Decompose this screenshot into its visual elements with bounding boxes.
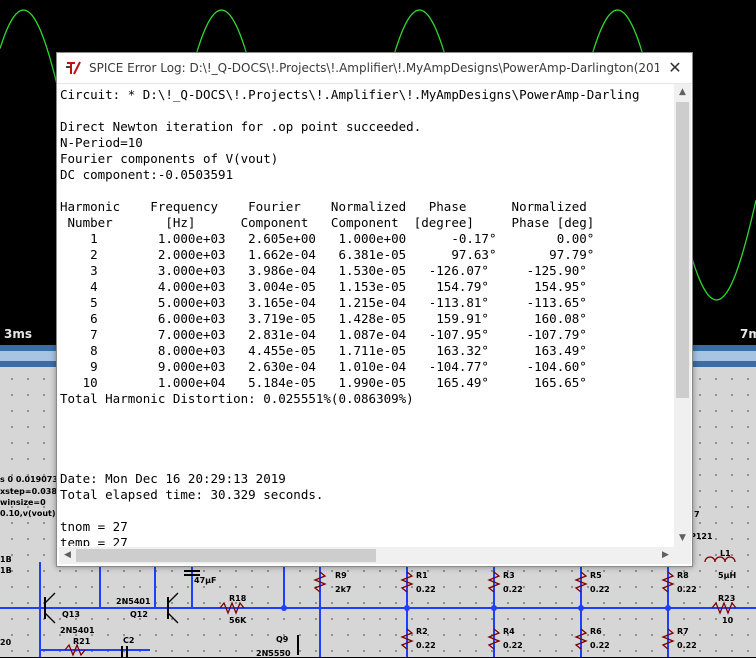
horizontal-scroll-thumb[interactable] bbox=[76, 549, 376, 562]
log-line: Total Harmonic Distortion: 0.025551%(0.0… bbox=[60, 391, 414, 406]
log-line: 6 6.000e+03 3.719e-05 1.428e-05 159.91° … bbox=[90, 311, 587, 326]
value-r6: 0.22 bbox=[590, 641, 610, 650]
log-line: 4 4.000e+03 3.004e-05 1.153e-05 154.79° … bbox=[90, 279, 587, 294]
window-title: SPICE Error Log: D:\!_Q-DOCS\!.Projects\… bbox=[89, 61, 659, 75]
scroll-left-icon[interactable]: ◀ bbox=[59, 547, 76, 564]
label-c2: C2 bbox=[123, 636, 135, 645]
log-text-area[interactable]: Circuit: * D:\!_Q-DOCS\!.Projects\!.Ampl… bbox=[59, 86, 675, 546]
window-titlebar[interactable]: SPICE Error Log: D:\!_Q-DOCS\!.Projects\… bbox=[57, 53, 692, 84]
label-r18: R18 bbox=[229, 594, 247, 603]
label-q9: Q9 bbox=[276, 635, 289, 644]
log-line: Harmonic Frequency Fourier Normalized Ph… bbox=[60, 199, 587, 214]
log-line: 3 3.000e+03 3.986e-04 1.530e-05 -126.07°… bbox=[90, 263, 587, 278]
value-r3: 0.22 bbox=[503, 585, 523, 594]
label-l1: L1 bbox=[720, 549, 731, 558]
label-left-20: 20 bbox=[0, 638, 12, 647]
directive-line-2: xstep=0.0381 bbox=[0, 487, 63, 496]
scrollbar-corner bbox=[674, 547, 691, 564]
type-q13: 2N5401 bbox=[60, 626, 95, 635]
log-line: Number [Hz] Component Component [degree]… bbox=[67, 215, 595, 230]
log-line: tnom = 27 bbox=[60, 519, 128, 534]
label-q12: Q12 bbox=[130, 610, 148, 619]
value-r8: 0.22 bbox=[677, 585, 697, 594]
directive-line-4: 0.10,v(vout) bbox=[0, 509, 56, 518]
log-line: 9 9.000e+03 2.630e-04 1.010e-04 -104.77°… bbox=[90, 359, 587, 374]
label-left-1b-a: 1B bbox=[0, 555, 12, 564]
spice-error-log-window[interactable]: SPICE Error Log: D:\!_Q-DOCS\!.Projects\… bbox=[56, 52, 693, 567]
label-r8: R8 bbox=[677, 571, 689, 580]
value-r23: 10 bbox=[722, 616, 734, 625]
type-q12: 2N5401 bbox=[116, 597, 151, 606]
scroll-down-icon[interactable]: ▼ bbox=[674, 530, 691, 547]
log-line: Circuit: * D:\!_Q-DOCS\!.Projects\!.Ampl… bbox=[60, 87, 640, 102]
scroll-right-icon[interactable]: ▶ bbox=[657, 547, 674, 564]
directive-line-3: winsize=0 bbox=[0, 498, 46, 507]
vertical-scroll-thumb[interactable] bbox=[676, 102, 689, 398]
label-r1: R1 bbox=[416, 571, 428, 580]
x-axis-tick-right: 7m bbox=[740, 327, 756, 341]
label-r6: R6 bbox=[590, 627, 602, 636]
label-r7: R7 bbox=[677, 627, 689, 636]
log-line: 1 1.000e+03 2.605e+00 1.000e+00 -0.17° 0… bbox=[90, 231, 595, 246]
value-r4: 0.22 bbox=[503, 641, 523, 650]
x-axis-tick-left: 3ms bbox=[4, 327, 32, 341]
log-line: temp = 27 bbox=[60, 535, 128, 546]
close-icon[interactable]: ✕ bbox=[664, 57, 686, 79]
value-r1: 0.22 bbox=[416, 585, 436, 594]
label-r4: R4 bbox=[503, 627, 515, 636]
label-r3: R3 bbox=[503, 571, 515, 580]
value-r9: 2k7 bbox=[335, 585, 352, 594]
log-line: 2 2.000e+03 1.662e-04 6.381e-05 97.63° 9… bbox=[90, 247, 595, 262]
label-r9: R9 bbox=[335, 571, 347, 580]
log-line: Fourier components of V(vout) bbox=[60, 151, 279, 166]
horizontal-scrollbar[interactable]: ◀ ▶ bbox=[59, 547, 674, 564]
value-r18: 56K bbox=[229, 616, 247, 625]
value-l1: 5µH bbox=[718, 571, 737, 580]
log-line: N-Period=10 bbox=[60, 135, 143, 150]
label-r23: R23 bbox=[718, 594, 736, 603]
label-q13: Q13 bbox=[62, 610, 80, 619]
log-line: Direct Newton iteration for .op point su… bbox=[60, 119, 422, 134]
directive-line-1: s 0 0.0190734 bbox=[0, 475, 64, 484]
ltspice-app-icon bbox=[66, 61, 81, 75]
label-r21: R21 bbox=[73, 637, 91, 646]
log-line: Date: Mon Dec 16 20:29:13 2019 bbox=[60, 471, 286, 486]
vertical-scrollbar[interactable]: ▲ ▼ bbox=[674, 84, 691, 547]
label-p121: P121 bbox=[690, 532, 713, 541]
value-r7: 0.22 bbox=[677, 641, 697, 650]
log-line: Total elapsed time: 30.329 seconds. bbox=[60, 487, 324, 502]
value-cap: 47µF bbox=[194, 576, 217, 585]
label-r2: R2 bbox=[416, 627, 428, 636]
value-r5: 0.22 bbox=[590, 585, 610, 594]
label-edge-7: 7 bbox=[694, 510, 700, 519]
log-line: 7 7.000e+03 2.831e-04 1.087e-04 -107.95°… bbox=[90, 327, 587, 342]
log-line: DC component:-0.0503591 bbox=[60, 167, 234, 182]
log-content[interactable]: Circuit: * D:\!_Q-DOCS\!.Projects\!.Ampl… bbox=[60, 87, 639, 546]
log-line: 8 8.000e+03 4.455e-05 1.711e-05 163.32° … bbox=[90, 343, 587, 358]
label-left-1b-b: 1B bbox=[0, 566, 12, 575]
log-line: 10 1.000e+04 5.184e-05 1.990e-05 165.49°… bbox=[82, 375, 587, 390]
scroll-up-icon[interactable]: ▲ bbox=[674, 84, 691, 101]
log-line: 5 5.000e+03 3.165e-04 1.215e-04 -113.81°… bbox=[90, 295, 587, 310]
value-r2: 0.22 bbox=[416, 641, 436, 650]
label-r5: R5 bbox=[590, 571, 602, 580]
